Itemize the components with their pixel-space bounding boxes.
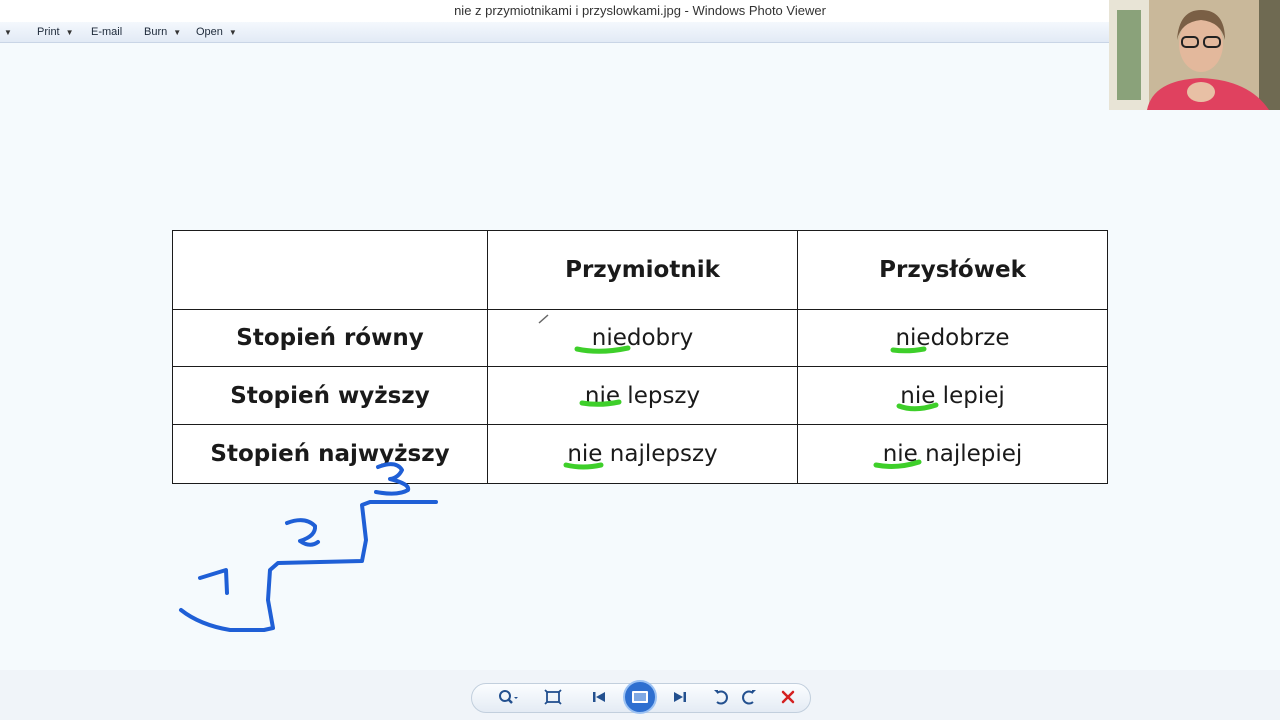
chevron-down-icon: ▼ [228,28,237,37]
rotate-left-icon[interactable] [708,684,734,710]
slideshow-icon[interactable] [623,680,657,714]
adjective-cell: nie najlepszy [487,424,798,484]
row-label: Stopień wyższy [172,366,488,425]
adverb-cell: nie lepiej [797,366,1108,425]
row-label: Stopień równy [172,309,488,367]
webcam-overlay [1109,0,1280,110]
previous-icon[interactable] [586,684,612,710]
menu-print[interactable]: Print ▼ [37,25,74,39]
rotate-right-icon[interactable] [736,684,762,710]
table-row: Stopień najwyższy nie najlepszy nie najl… [172,424,1108,484]
table-row: Stopień równy niedobry niedobrze [172,309,1108,367]
menu-email[interactable]: E-mail [91,25,122,39]
header-cell-adjective: Przymiotnik [487,230,798,310]
table-header-row: Przymiotnik Przysłówek [172,230,1108,310]
table-row: Stopień wyższy nie lepszy nie lepiej [172,366,1108,425]
menu-bar: ▼ Print ▼ E-mail Burn ▼ Open ▼ [0,22,1109,43]
chevron-down-icon: ▼ [65,28,74,37]
zoom-icon[interactable] [494,684,520,710]
adverb-cell: niedobrze [797,309,1108,367]
adjective-cell: nie lepszy [487,366,798,425]
chevron-down-icon: ▼ [173,28,182,37]
menu-open[interactable]: Open ▼ [196,25,237,39]
delete-icon[interactable] [775,684,801,710]
header-cell-adverb: Przysłówek [797,230,1108,310]
grammar-table: Przymiotnik Przysłówek Stopień równy nie… [172,230,1108,484]
window-title: nie z przymiotnikami i przyslowkami.jpg … [0,0,1280,22]
presenter-video-icon [1109,0,1280,110]
menu-burn[interactable]: Burn ▼ [144,25,181,39]
menu-print-label: Print [37,26,60,38]
fit-window-icon[interactable] [540,684,566,710]
row-label: Stopień najwyższy [172,424,488,484]
menu-burn-label: Burn [144,26,168,38]
menu-email-label: E-mail [91,26,123,38]
menu-file[interactable]: ▼ [0,25,12,39]
next-icon[interactable] [667,684,693,710]
adverb-cell: nie najlepiej [797,424,1108,484]
chevron-down-icon: ▼ [4,28,12,37]
header-cell-empty [172,230,488,310]
menu-open-label: Open [196,26,223,38]
adjective-cell: niedobry [487,309,798,367]
